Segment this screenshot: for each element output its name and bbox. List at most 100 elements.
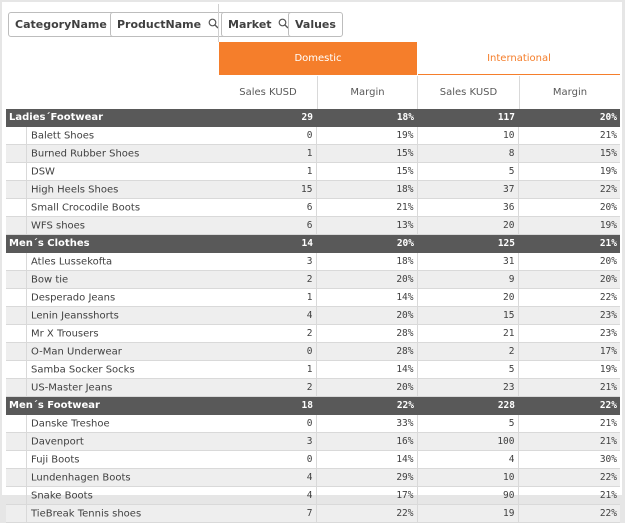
table-row[interactable]: DSW 1 15% 5 19% <box>6 162 620 181</box>
cell-value: 1 <box>215 360 317 379</box>
header-divider <box>218 4 219 42</box>
market-label: Domestic <box>294 53 342 64</box>
group-value: 22% <box>316 396 417 415</box>
cell-value: 18% <box>316 180 418 199</box>
cell-value: 23% <box>518 306 620 325</box>
table-row[interactable]: Small Crocodile Boots 6 21% 36 20% <box>6 198 620 217</box>
table-row[interactable]: Mr X Trousers 2 28% 21 23% <box>6 324 620 343</box>
cell-value: 37 <box>417 180 519 199</box>
group-name[interactable]: Ladies´Footwear <box>6 109 215 127</box>
product-cell[interactable]: WFS shoes <box>6 216 215 235</box>
product-name: O-Man Underwear <box>31 346 122 358</box>
dimension-label: Market <box>228 18 272 31</box>
product-cell[interactable]: Fuji Boots <box>6 450 215 469</box>
cell-value: 23 <box>417 378 519 397</box>
cell-value: 1 <box>215 144 317 163</box>
table-row[interactable]: Balett Shoes 0 19% 10 21% <box>6 126 620 145</box>
product-cell[interactable]: Atles Lussekofta <box>6 252 215 271</box>
cell-value: 1 <box>215 162 317 181</box>
cell-value: 28% <box>316 324 418 343</box>
dimension-market[interactable]: Market <box>221 12 297 37</box>
table-row[interactable]: US-Master Jeans 2 20% 23 21% <box>6 378 620 397</box>
product-cell[interactable]: Lundenhagen Boots <box>6 468 215 487</box>
table-row[interactable]: Lundenhagen Boots 4 29% 10 22% <box>6 468 620 487</box>
dimension-label: CategoryName <box>15 18 107 31</box>
values-pill[interactable]: Values <box>288 12 343 37</box>
product-cell[interactable]: Lenin Jeansshorts <box>6 306 215 325</box>
product-cell[interactable]: TieBreak Tennis shoes <box>6 504 215 523</box>
measure-header[interactable]: Margin <box>318 76 418 109</box>
measure-header[interactable]: Sales KUSD <box>219 76 318 109</box>
market-header-international[interactable]: International <box>418 42 620 75</box>
group-name[interactable]: Men´s Footwear <box>6 396 215 415</box>
product-cell[interactable]: Bow tie <box>6 270 215 289</box>
table-row[interactable]: Samba Socker Socks 1 14% 5 19% <box>6 360 620 379</box>
product-name: Fuji Boots <box>31 454 80 466</box>
cell-value: 22% <box>316 504 418 523</box>
product-cell[interactable]: Danske Treshoe <box>6 414 215 433</box>
cell-value: 14% <box>316 360 418 379</box>
table-row[interactable]: WFS shoes 6 13% 20 19% <box>6 216 620 235</box>
table-row[interactable]: O-Man Underwear 0 28% 2 17% <box>6 342 620 361</box>
group-row[interactable]: Ladies´Footwear 29 18% 117 20% <box>6 109 620 127</box>
cell-value: 15% <box>316 162 418 181</box>
cell-value: 90 <box>417 486 519 505</box>
cell-value: 36 <box>417 198 519 217</box>
product-cell[interactable]: Snake Boots <box>6 486 215 505</box>
cell-value: 15% <box>518 144 620 163</box>
product-cell[interactable]: Samba Socker Socks <box>6 360 215 379</box>
product-cell[interactable]: DSW <box>6 162 215 181</box>
cell-value: 0 <box>215 342 317 361</box>
group-value: 18% <box>316 109 417 127</box>
indent-spacer <box>6 432 27 450</box>
table-row[interactable]: Burned Rubber Shoes 1 15% 8 15% <box>6 144 620 163</box>
measure-header[interactable]: Sales KUSD <box>418 76 520 109</box>
product-name: Snake Boots <box>31 490 93 502</box>
indent-spacer <box>6 486 27 504</box>
table-row[interactable]: Bow tie 2 20% 9 20% <box>6 270 620 289</box>
table-row[interactable]: Danske Treshoe 0 33% 5 21% <box>6 414 620 433</box>
cell-value: 21 <box>417 324 519 343</box>
cell-value: 100 <box>417 432 519 451</box>
group-row[interactable]: Men´s Clothes 14 20% 125 21% <box>6 234 620 253</box>
indent-spacer <box>6 306 27 324</box>
cell-value: 20% <box>316 378 418 397</box>
product-name: Lenin Jeansshorts <box>31 310 119 322</box>
product-cell[interactable]: Burned Rubber Shoes <box>6 144 215 163</box>
table-row[interactable]: Lenin Jeansshorts 4 20% 15 23% <box>6 306 620 325</box>
product-cell[interactable]: Mr X Trousers <box>6 324 215 343</box>
market-header-domestic[interactable]: Domestic <box>219 42 417 75</box>
product-cell[interactable]: Davenport <box>6 432 215 451</box>
cell-value: 30% <box>518 450 620 469</box>
product-cell[interactable]: Desperado Jeans <box>6 288 215 307</box>
table-row[interactable]: Fuji Boots 0 14% 4 30% <box>6 450 620 469</box>
indent-spacer <box>6 414 27 432</box>
table-row[interactable]: Snake Boots 4 17% 90 21% <box>6 486 620 505</box>
cell-value: 2 <box>215 324 317 343</box>
product-name: Samba Socker Socks <box>31 364 135 376</box>
product-cell[interactable]: US-Master Jeans <box>6 378 215 397</box>
group-name[interactable]: Men´s Clothes <box>6 234 215 253</box>
table-row[interactable]: Desperado Jeans 1 14% 20 22% <box>6 288 620 307</box>
product-cell[interactable]: O-Man Underwear <box>6 342 215 361</box>
measure-header[interactable]: Margin <box>520 76 620 109</box>
dimension-productname[interactable]: ProductName <box>110 12 226 37</box>
table-row[interactable]: High Heels Shoes 15 18% 37 22% <box>6 180 620 199</box>
table-row[interactable]: TieBreak Tennis shoes 7 22% 19 22% <box>6 504 620 523</box>
cell-value: 20% <box>518 198 620 217</box>
cell-value: 19% <box>316 126 418 145</box>
cell-value: 33% <box>316 414 418 433</box>
table-row[interactable]: Atles Lussekofta 3 18% 31 20% <box>6 252 620 271</box>
group-row[interactable]: Men´s Footwear 18 22% 228 22% <box>6 396 620 415</box>
group-value: 228 <box>417 396 518 415</box>
product-cell[interactable]: High Heels Shoes <box>6 180 215 199</box>
table-row[interactable]: Davenport 3 16% 100 21% <box>6 432 620 451</box>
cell-value: 3 <box>215 432 317 451</box>
product-name: Atles Lussekofta <box>31 256 113 268</box>
cell-value: 20% <box>518 252 620 271</box>
group-value: 20% <box>316 234 417 253</box>
product-cell[interactable]: Balett Shoes <box>6 126 215 145</box>
cell-value: 15 <box>215 180 317 199</box>
indent-spacer <box>6 360 27 378</box>
product-cell[interactable]: Small Crocodile Boots <box>6 198 215 217</box>
